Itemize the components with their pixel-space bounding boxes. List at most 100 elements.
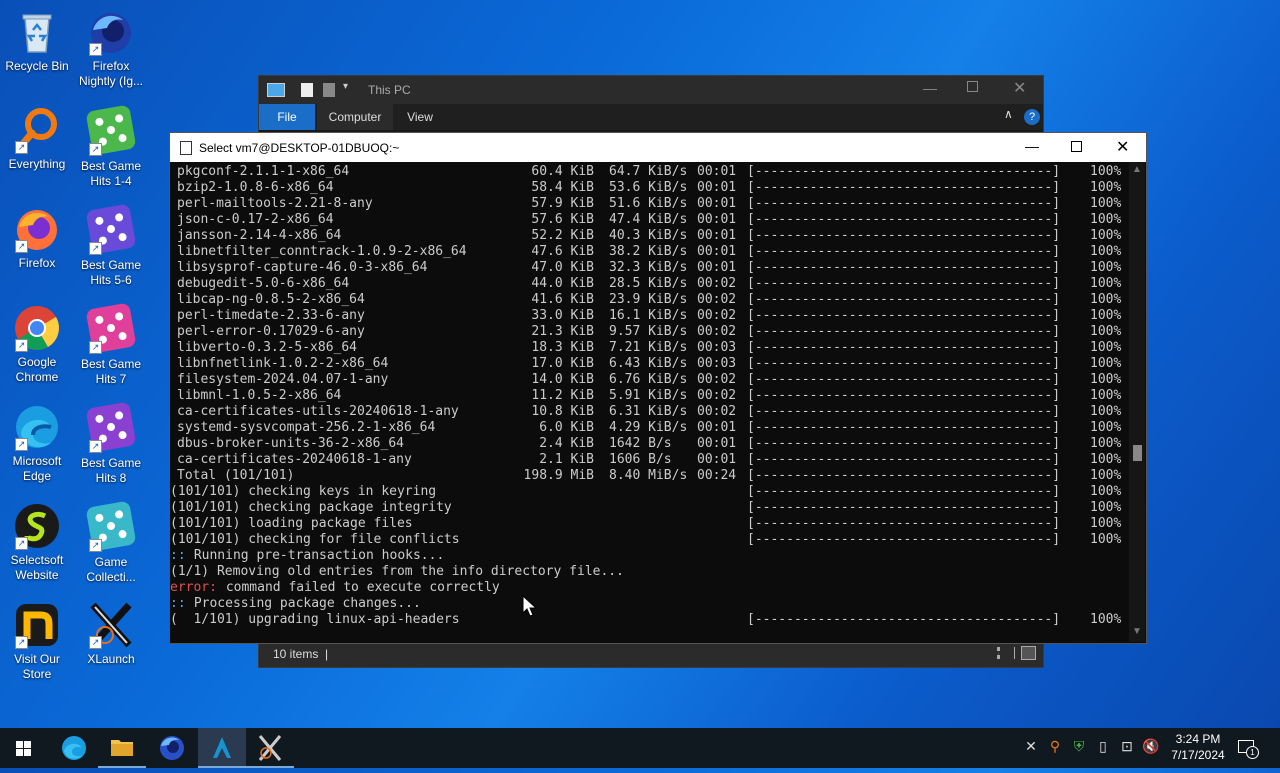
customize-quick-access-icon[interactable]: ▾	[343, 81, 348, 92]
package-size: 41.6 KiB	[531, 292, 594, 307]
details-view-icon[interactable]	[997, 647, 1015, 659]
desktop-icon-label: Microsoft Edge	[12, 454, 62, 483]
taskbar-arch-terminal[interactable]	[198, 728, 246, 768]
package-size: 14.0 KiB	[531, 372, 594, 387]
desktop-icon-xlaunch[interactable]: ↗ XLaunch	[74, 601, 148, 667]
desktop-icon-game-collection[interactable]: ↗ Game Collecti...	[74, 500, 148, 585]
xlaunch-icon	[258, 735, 282, 761]
scroll-up-icon[interactable]: ▲	[1132, 164, 1142, 175]
download-rate: 1642 B/s	[609, 436, 672, 451]
taskbar-clock[interactable]: 3:24 PM 7/17/2024	[1166, 731, 1230, 763]
hooks-line: :: Running pre-transaction hooks...	[170, 548, 1128, 564]
maximize-icon[interactable]	[967, 81, 978, 92]
close-icon[interactable]: ✕	[1116, 137, 1129, 157]
download-rate: 32.3 KiB/s	[609, 260, 688, 275]
desktop-icon-selectsoft-website[interactable]: ↗ Selectsoft Website	[0, 502, 74, 583]
collapse-ribbon-icon[interactable]: ∧	[1004, 107, 1013, 121]
firefox-icon: ↗	[13, 205, 61, 253]
network-icon[interactable]: ⊡	[1118, 738, 1136, 758]
large-icons-view-icon[interactable]	[1021, 646, 1036, 660]
shortcut-arrow-icon: ↗	[89, 43, 102, 56]
security-shield-icon[interactable]: ⛨	[1070, 738, 1088, 758]
desktop-icon-label: Everything	[8, 157, 66, 171]
progress-percent: 100%	[1090, 324, 1122, 339]
package-size: 57.9 KiB	[531, 196, 594, 211]
elapsed-time: 00:01	[697, 164, 737, 179]
dice-icon: ↗	[85, 104, 137, 156]
xlaunch-icon: ↗	[87, 601, 135, 649]
package-size: 33.0 KiB	[531, 308, 594, 323]
package-name: bzip2-1.0.8-6-x86_64	[177, 180, 334, 195]
desktop-icon-microsoft-edge[interactable]: ↗ Microsoft Edge	[0, 403, 74, 484]
volume-muted-icon[interactable]: 🔇	[1142, 738, 1160, 758]
desktop-icon-firefox-nightly[interactable]: ↗ Firefox Nightly (Ig...	[74, 8, 148, 89]
desktop-icon-best-game-hits-1-4[interactable]: ↗ Best Game Hits 1-4	[74, 104, 148, 189]
progress-percent: 100%	[1090, 612, 1122, 627]
desktop-icon-everything[interactable]: ↗ Everything	[0, 106, 74, 172]
package-name: pkgconf-2.1.1-1-x86_64	[177, 164, 350, 179]
taskbar-file-explorer[interactable]	[98, 728, 146, 768]
progress-bar: [--------------------------------------]	[747, 532, 1061, 547]
taskbar-firefox-nightly[interactable]	[148, 728, 196, 768]
progress-bar: [--------------------------------------]	[747, 244, 1061, 259]
firefox-nightly-icon: ↗	[87, 8, 135, 56]
elapsed-time: 00:02	[697, 308, 737, 323]
check-row: (101/101) checking for file conflicts [--…	[170, 532, 1128, 548]
desktop-icon-best-game-hits-5-6[interactable]: ↗ Best Game Hits 5-6	[74, 203, 148, 288]
terminal-scrollbar[interactable]: ▲ ▼	[1129, 162, 1145, 642]
xming-tray-icon[interactable]: ✕	[1022, 738, 1040, 758]
help-icon[interactable]: ?	[1024, 109, 1040, 125]
desktop-icon-recycle-bin[interactable]: Recycle Bin	[0, 8, 74, 74]
taskbar-xlaunch[interactable]	[246, 728, 294, 768]
package-size: 57.6 KiB	[531, 212, 594, 227]
progress-percent: 100%	[1090, 468, 1122, 483]
tab-computer[interactable]: Computer	[317, 104, 393, 130]
terminal-output[interactable]: pkgconf-2.1.1-1-x86_64 60.4 KiB 64.7 KiB/s…	[170, 162, 1128, 643]
shortcut-arrow-icon: ↗	[15, 636, 28, 649]
download-row: debugedit-5.0-6-x86_64 44.0 KiB 28.5 KiB/s…	[170, 276, 1128, 292]
maximize-icon[interactable]	[1071, 141, 1082, 152]
progress-bar: [--------------------------------------]	[747, 308, 1061, 323]
folder-icon	[111, 740, 133, 756]
progress-percent: 100%	[1090, 500, 1122, 515]
package-name: libnetfilter_conntrack-1.0.9-2-x86_64	[177, 244, 467, 259]
progress-percent: 100%	[1090, 292, 1122, 307]
package-size: 47.6 KiB	[531, 244, 594, 259]
minimize-icon[interactable]: —	[1025, 138, 1039, 154]
tab-file[interactable]: File	[259, 104, 315, 130]
close-icon[interactable]: ✕	[1013, 78, 1026, 98]
new-folder-icon[interactable]	[323, 83, 335, 97]
package-size: 58.4 KiB	[531, 180, 594, 195]
minimize-icon[interactable]: —	[923, 80, 937, 96]
package-size: 47.0 KiB	[531, 260, 594, 275]
everything-tray-icon[interactable]: ⚲	[1046, 738, 1064, 758]
start-button[interactable]	[0, 728, 48, 768]
notification-center-button[interactable]: 1	[1236, 738, 1259, 759]
explorer-titlebar[interactable]: ▾ This PC — ✕	[259, 76, 1043, 104]
desktop-icon-label: Game Collecti...	[86, 555, 136, 584]
elapsed-time: 00:24	[697, 468, 737, 483]
scroll-down-icon[interactable]: ▼	[1132, 626, 1142, 637]
package-size: 17.0 KiB	[531, 356, 594, 371]
taskbar-edge[interactable]	[50, 728, 98, 768]
dice-icon: ↗	[85, 203, 137, 255]
desktop-icon-best-game-hits-8[interactable]: ↗ Best Game Hits 8	[74, 401, 148, 486]
scrollbar-thumb[interactable]	[1133, 445, 1142, 461]
progress-bar: [--------------------------------------]	[747, 324, 1061, 339]
desktop-icon-firefox[interactable]: ↗ Firefox	[0, 205, 74, 271]
clock-date: 7/17/2024	[1171, 748, 1225, 762]
tab-view[interactable]: View	[395, 104, 445, 130]
usb-device-icon[interactable]: ▯	[1094, 738, 1112, 758]
shortcut-arrow-icon: ↗	[15, 339, 28, 352]
properties-icon[interactable]	[301, 83, 313, 97]
package-size: 2.1 KiB	[539, 452, 594, 467]
desktop-icon-visit-our-store[interactable]: ↗ Visit Our Store	[0, 601, 74, 682]
download-rate: 53.6 KiB/s	[609, 180, 688, 195]
download-row: json-c-0.17-2-x86_64 57.6 KiB 47.4 KiB/s 00…	[170, 212, 1128, 228]
desktop-icon-google-chrome[interactable]: ↗ Google Chrome	[0, 304, 74, 385]
terminal-titlebar[interactable]: Select vm7@DESKTOP-01DBUOQ:~ — ✕	[170, 133, 1146, 162]
terminal-window[interactable]: Select vm7@DESKTOP-01DBUOQ:~ — ✕ pkgconf…	[169, 132, 1147, 644]
package-name: Total (101/101)	[177, 468, 295, 483]
desktop-icon-best-game-hits-7[interactable]: ↗ Best Game Hits 7	[74, 302, 148, 387]
package-size: 6.0 KiB	[539, 420, 594, 435]
